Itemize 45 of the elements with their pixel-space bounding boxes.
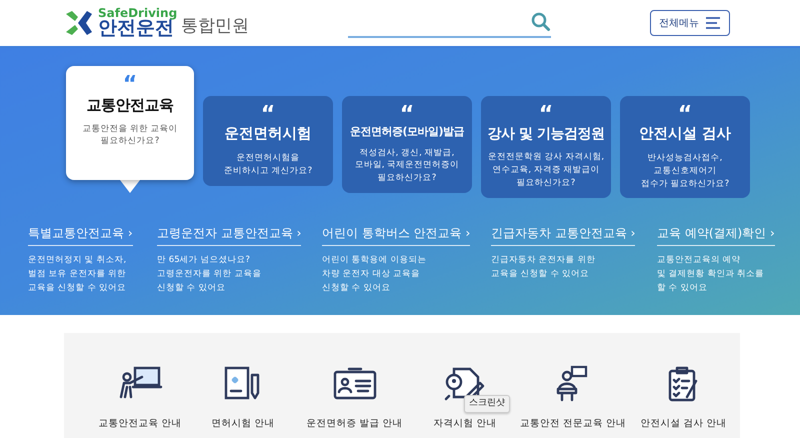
logo-icon [64,10,94,36]
link-description: 운전면허정지 및 취소자, 벌점 보유 운전자를 위한 교육을 신청할 수 있어요 [28,254,128,294]
quote-mark: “ [538,106,554,120]
card-description: 반사성능검사접수, 교통신호제어기 접수가 필요하신가요? [640,152,730,190]
logo-tagline: SafeDriving [98,7,178,20]
quote-mark: “ [678,106,692,120]
service-link[interactable]: 안전시설 검사 안내 [640,417,727,432]
education-link[interactable]: 교육 예약(결제)확인 › [657,224,775,246]
education-link[interactable]: 특별교통안전교육 › [28,224,133,246]
callout-pointer [120,180,140,193]
quote-mark: “ [400,106,414,120]
service-link[interactable]: 교통안전교육 안내 [98,417,182,432]
menu-card[interactable]: “ 교통안전교육 교통안전을 위한 교육이 필요하신가요? [66,66,194,180]
card-description: 적성검사, 갱신, 재발급, 모바일, 국제운전면허증이 필요하신가요? [354,146,460,186]
card-title: 강사 및 기능검정원 [486,125,606,144]
card-title: 안전시설 검사 [638,125,732,144]
service-link[interactable]: 운전면허증 발급 안내 [306,417,403,432]
logo-subtitle: 통합민원 [181,18,250,35]
service-link[interactable]: 자격시험 안내 [433,417,496,432]
link-description: 교통안전교육의 예약 및 결제현황 확인과 취소를 할 수 있어요 [657,254,766,294]
logo-name: 안전운전 [98,19,174,39]
service-link[interactable]: 교통안전 전문교육 안내 [520,417,626,432]
search-icon[interactable] [531,12,552,32]
card-title: 교통안전교육 [86,95,174,116]
menu-card[interactable]: “ 강사 및 기능검정원 운전전문학원 강사 자격시험, 연수교육, 자격증 재발급이 필요하신가요? [481,96,611,198]
card-description: 운전전문학원 강사 자격시험, 연수교육, 자격증 재발급이 필요하신가요? [486,151,606,190]
menu-icon[interactable] [704,17,721,29]
card-title: 운전면허증(모바일)발급 [348,124,466,140]
education-link[interactable]: 긴급자동차 교통안전교육 › [491,224,636,246]
menu-card[interactable]: “ 안전시설 검사 반사성능검사접수, 교통신호제어기 접수가 필요하신가요? [620,96,750,198]
quote-mark: “ [260,106,276,120]
card-description: 교통안전을 위한 교육이 필요하신가요? [81,122,179,148]
quote-mark: “ [122,76,138,90]
card-description: 운전면허시험을 준비하시고 계신가요? [222,152,314,178]
service-link[interactable]: 면허시험 안내 [211,417,274,432]
education-link[interactable]: 고령운전자 교통안전교육 › [157,224,302,246]
link-description: 어린이 통학용에 이용되는 차량 운전자 대상 교육을 신청할 수 있어요 [322,254,428,294]
menu-button[interactable]: 전체메뉴 [650,10,730,36]
link-description: 긴급자동차 운전자를 위한 교육을 신청할 수 있어요 [491,254,596,281]
link-description: 만 65세가 넘으셨나요? 고령운전자를 위한 교육을 신청할 수 있어요 [157,254,262,294]
education-link[interactable]: 어린이 통학버스 안전교육 › [322,224,470,246]
tooltip: 스크린샷 [464,395,510,412]
menu-card[interactable]: “ 운전면허증(모바일)발급 적성검사, 갱신, 재발급, 모바일, 국제운전면허증이 필요하신가요? [342,96,472,194]
menu-card[interactable]: “ 운전면허시험 운전면허시험을 준비하시고 계신가요? [203,96,333,186]
card-title: 운전면허시험 [224,125,312,144]
